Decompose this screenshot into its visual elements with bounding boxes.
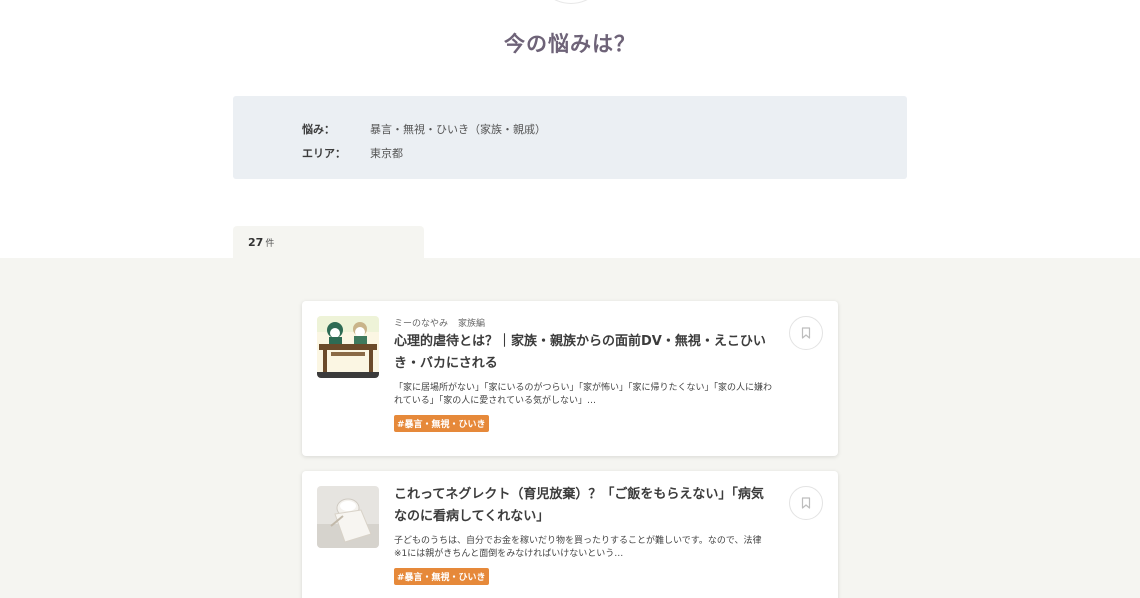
result-count-number: 27: [248, 236, 264, 249]
card-excerpt: 「家に居場所がない」「家にいるのがつらい」「家が怖い」「家に帰りたくない」「家の…: [394, 383, 773, 406]
card-title[interactable]: 心理的虐待とは？｜家族・親族からの面前DV・無視・えこひいき・バカにされる: [394, 331, 774, 375]
worry-label: 悩み：: [302, 123, 335, 136]
photo-thumbnail[interactable]: [317, 486, 379, 548]
card-title[interactable]: これってネグレクト（育児放棄）？「ご飯をもらえない」「病気なのに看病してくれない…: [394, 484, 774, 528]
card-excerpt: 子どものうちは、自分でお金を稼いだり物を買ったりすることが難しいです。なので、法…: [394, 536, 762, 559]
article-card[interactable]: これってネグレクト（育児放棄）？「ご飯をもらえない」「病気なのに看病してくれない…: [302, 471, 838, 598]
illustration-thumbnail[interactable]: [317, 316, 379, 378]
card-body: これってネグレクト（育児放棄）？「ご飯をもらえない」「病気なのに看病してくれない…: [394, 486, 774, 585]
bookmark-button[interactable]: [789, 486, 823, 520]
card-meta: ミーのなやみ 家族編: [394, 316, 774, 329]
filter-row-area: エリア： 東京都: [302, 145, 403, 161]
card-source: ミーのなやみ: [394, 319, 449, 329]
filter-row-worry: 悩み： 暴言・無視・ひいき（家族・親戚）: [302, 121, 546, 137]
result-count: 27 件: [233, 226, 424, 259]
card-category: 家族編: [458, 319, 486, 329]
avatar-circle: [534, 0, 608, 4]
card-body: ミーのなやみ 家族編 心理的虐待とは？｜家族・親族からの面前DV・無視・えこひいき…: [394, 316, 774, 432]
bookmark-icon: [801, 327, 811, 339]
article-card[interactable]: ミーのなやみ 家族編 心理的虐待とは？｜家族・親族からの面前DV・無視・えこひいき…: [302, 301, 838, 456]
bookmark-button[interactable]: [789, 316, 823, 350]
page: 今の悩みは？ 悩み： 暴言・無視・ひいき（家族・親戚） エリア： 東京都 27 件: [0, 0, 1140, 598]
results-list: ミーのなやみ 家族編 心理的虐待とは？｜家族・親族からの面前DV・無視・えこひいき…: [0, 258, 1140, 598]
area-label: エリア：: [302, 147, 346, 160]
result-count-unit: 件: [265, 239, 275, 249]
tag-badge[interactable]: #暴言・無視・ひいき: [394, 415, 489, 432]
worry-value: 暴言・無視・ひいき（家族・親戚）: [370, 123, 546, 136]
bookmark-icon: [801, 497, 811, 509]
filter-summary: 悩み： 暴言・無視・ひいき（家族・親戚） エリア： 東京都: [233, 96, 907, 179]
page-title: 今の悩みは？: [504, 32, 636, 56]
tag-badge[interactable]: #暴言・無視・ひいき: [394, 568, 489, 585]
area-value: 東京都: [370, 147, 403, 160]
